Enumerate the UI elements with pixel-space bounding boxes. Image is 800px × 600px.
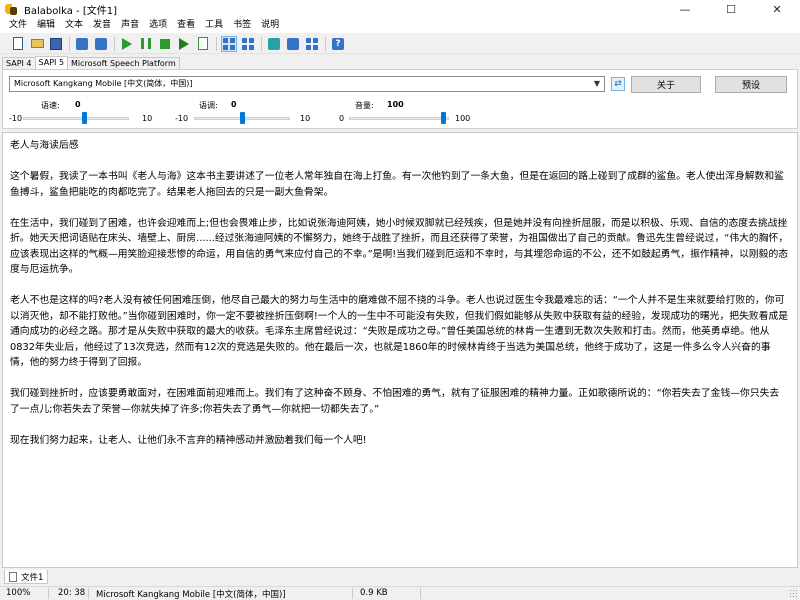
pitch-min: -10 [175,114,189,123]
document-tab[interactable]: 文件1 [4,570,49,584]
menu-file[interactable]: 文件 [4,18,32,33]
voice-select-value: Microsoft Kangkang Mobile [中文(简体，中国)] [14,79,193,88]
document-paragraph: 这个暑假，我读了一本书叫《老人与海》这本书主要讲述了一位老人常年独自在海上打鱼。… [10,171,784,198]
menu-tools[interactable]: 工具 [200,18,228,33]
status-file-size: 0.9 KB [360,588,388,598]
sapi-tabs: SAPI 4 SAPI 5 Microsoft Speech Platform [0,56,180,69]
title-bar: Balabolka - [文件1] — ☐ ✕ [0,0,800,18]
document-paragraph: 我们碰到挫折时，应该要勇敢面对，在困难面前迎难而上。我们有了这种奋不顾身、不怕困… [10,388,780,415]
toolbar-separator [114,36,115,51]
volume-label: 音量: [355,101,374,110]
tab-sapi5[interactable]: SAPI 5 [34,56,69,69]
menu-text[interactable]: 文本 [60,18,88,33]
text-editor[interactable]: 老人与海读后感 这个暑假，我读了一本书叫《老人与海》这本书主要讲述了一位老人常年… [2,132,798,568]
toolbar-separator [261,36,262,51]
stop-icon[interactable] [157,36,173,52]
menu-pronunciation[interactable]: 发音 [88,18,116,33]
read-clipboard-icon[interactable] [176,36,192,52]
volume-slider-thumb[interactable] [441,112,446,124]
tools-icon[interactable] [266,36,282,52]
read-selection-icon[interactable] [195,36,211,52]
rate-slider-thumb[interactable] [82,112,87,124]
menu-help[interactable]: 说明 [256,18,284,33]
toolbar-separator [216,36,217,51]
voice-panel: Microsoft Kangkang Mobile [中文(简体，中国)] ▼ … [2,69,798,129]
pitch-max: 10 [300,114,311,123]
rate-label: 语速: [41,101,60,110]
tab-speech-platform[interactable]: Microsoft Speech Platform [67,57,180,69]
pause-icon[interactable] [138,36,154,52]
apply-voice-icon[interactable]: ⇄ [611,77,625,91]
close-button[interactable]: ✕ [754,0,800,18]
minimize-button[interactable]: — [662,0,708,18]
resize-grip-icon[interactable] [789,589,798,598]
about-button[interactable]: 关于 [631,76,701,93]
tab-sapi4[interactable]: SAPI 4 [2,57,36,69]
new-document-icon[interactable] [10,36,26,52]
rate-min: -10 [9,114,23,123]
menu-view[interactable]: 查看 [172,18,200,33]
preview-button[interactable]: 预设 [715,76,787,93]
dictionary-icon[interactable] [285,36,301,52]
volume-value: 100 [387,100,404,109]
voice-select[interactable]: Microsoft Kangkang Mobile [中文(简体，中国)] ▼ [9,76,605,92]
menu-bar: 文件 编辑 文本 发音 声音 选项 查看 工具 书签 说明 [0,18,800,33]
menu-bookmarks[interactable]: 书签 [228,18,256,33]
save-audio-icon[interactable] [74,36,90,52]
volume-min: 0 [339,114,345,123]
help-icon[interactable]: ? [330,36,346,52]
document-title: 老人与海读后感 [10,140,79,151]
open-folder-icon[interactable] [29,36,45,52]
menu-options[interactable]: 选项 [144,18,172,33]
document-icon [9,571,17,582]
chevron-down-icon: ▼ [593,79,600,88]
play-icon[interactable] [119,36,135,52]
pitch-label: 语调: [199,101,218,110]
status-bar: 100% 20: 38 Microsoft Kangkang Mobile [中… [0,586,800,600]
document-tab-bar: 文件1 [0,570,800,584]
split-audio-icon[interactable] [93,36,109,52]
menu-voice[interactable]: 声音 [116,18,144,33]
document-tab-label: 文件1 [21,572,44,583]
pitch-value: 0 [231,100,237,109]
rate-max: 10 [142,114,153,123]
document-paragraph: 老人不也是这样的吗?老人没有被任何困难压倒，他尽自己最大的努力与生活中的磨难做不… [10,295,789,368]
rate-track[interactable] [23,117,129,120]
toolbar-separator [69,36,70,51]
toolbar-separator [325,36,326,51]
voice-settings-icon[interactable] [221,35,237,52]
pronunciation-icon[interactable] [240,36,256,52]
language-dropdown-icon[interactable] [304,36,320,52]
status-voice: Microsoft Kangkang Mobile [中文(简体，中国)] [96,590,286,600]
status-zoom: 100% [6,588,31,598]
status-cursor-position: 20: 38 [58,588,86,598]
window-title: Balabolka - [文件1] [24,5,118,17]
document-paragraph: 在生活中，我们碰到了困难，也许会迎难而上;但也会畏难止步，比如说张海迪阿姨，她小… [10,217,789,276]
save-icon[interactable] [48,36,64,52]
balabolka-app-icon [4,2,18,16]
document-paragraph: 现在我们努力起来，让老人、让他们永不言弃的精神感动并激励着我们每一个人吧! [10,434,367,446]
rate-value: 0 [75,100,81,109]
toolbar: ? [0,34,800,54]
pitch-slider-thumb[interactable] [240,112,245,124]
menu-edit[interactable]: 编辑 [32,18,60,33]
maximize-button[interactable]: ☐ [708,0,754,18]
volume-track[interactable] [349,117,449,120]
volume-max: 100 [455,114,471,123]
